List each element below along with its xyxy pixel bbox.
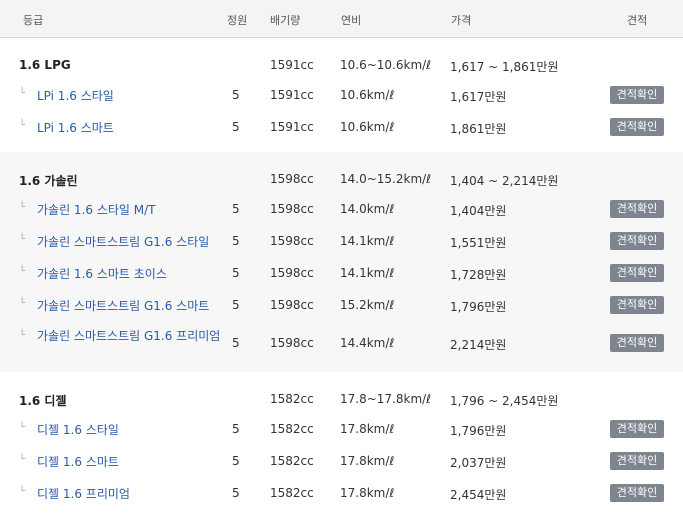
header-quote: 견적 bbox=[627, 14, 648, 27]
trim-displacement: 1591cc bbox=[270, 120, 314, 134]
trim-price: 1,551만원 bbox=[450, 236, 507, 250]
quote-check-button[interactable]: 견적확인 bbox=[610, 86, 664, 104]
quote-check-button[interactable]: 견적확인 bbox=[610, 334, 664, 352]
quote-check-button[interactable]: 견적확인 bbox=[610, 452, 664, 470]
trim-name-link[interactable]: 디젤 1.6 프리미엄 bbox=[37, 486, 130, 502]
trim-fuel-economy: 17.8km/ℓ bbox=[340, 454, 395, 468]
trim-price: 1,617만원 bbox=[450, 90, 507, 104]
trim-name-link[interactable]: 가솔린 1.6 스마트 초이스 bbox=[37, 266, 167, 282]
header-grade: 등급 bbox=[23, 14, 44, 27]
trim-displacement: 1582cc bbox=[270, 454, 314, 468]
trim-name-link[interactable]: 가솔린 스마트스트림 G1.6 스타일 bbox=[37, 234, 209, 250]
grade-title: 1.6 가솔린 bbox=[19, 174, 78, 188]
trim-price: 1,404만원 bbox=[450, 204, 507, 218]
grade-group-diesel: 1.6 디젤 1582cc 17.8~17.8km/ℓ 1,796 ~ 2,45… bbox=[0, 372, 683, 520]
sub-item-icon: └ bbox=[19, 330, 26, 341]
trim-displacement: 1598cc bbox=[270, 266, 314, 280]
trim-displacement: 1598cc bbox=[270, 202, 314, 216]
trim-fuel-economy: 10.6km/ℓ bbox=[340, 88, 395, 102]
header-displacement: 배기량 bbox=[270, 14, 301, 27]
sub-item-icon: └ bbox=[19, 486, 26, 497]
trim-name-link[interactable]: 디젤 1.6 스마트 bbox=[37, 454, 119, 470]
grade-fuel-economy: 14.0~15.2km/ℓ bbox=[340, 172, 432, 186]
grade-title: 1.6 디젤 bbox=[19, 394, 67, 408]
trim-fuel-economy: 15.2km/ℓ bbox=[340, 298, 395, 312]
trim-price: 1,796만원 bbox=[450, 300, 507, 314]
grade-displacement: 1582cc bbox=[270, 392, 314, 406]
trim-fuel-economy: 17.8km/ℓ bbox=[340, 422, 395, 436]
trim-seats: 5 bbox=[232, 486, 240, 500]
grade-price-range: 1,617 ~ 1,861만원 bbox=[450, 60, 559, 74]
trim-fuel-economy: 14.1km/ℓ bbox=[340, 234, 395, 248]
sub-item-icon: └ bbox=[19, 88, 26, 99]
trim-seats: 5 bbox=[232, 88, 240, 102]
sub-item-icon: └ bbox=[19, 234, 26, 245]
trim-price: 2,037만원 bbox=[450, 456, 507, 470]
grade-title: 1.6 LPG bbox=[19, 58, 71, 72]
sub-item-icon: └ bbox=[19, 266, 26, 277]
grade-fuel-economy: 17.8~17.8km/ℓ bbox=[340, 392, 432, 406]
trim-seats: 5 bbox=[232, 336, 240, 350]
trim-displacement: 1598cc bbox=[270, 336, 314, 350]
grade-group-gasoline: 1.6 가솔린 1598cc 14.0~15.2km/ℓ 1,404 ~ 2,2… bbox=[0, 152, 683, 372]
trim-seats: 5 bbox=[232, 266, 240, 280]
grade-price-range: 1,796 ~ 2,454만원 bbox=[450, 394, 559, 408]
trim-name-link[interactable]: 디젤 1.6 스타일 bbox=[37, 422, 119, 438]
trim-name-link[interactable]: LPi 1.6 스마트 bbox=[37, 120, 114, 136]
trim-displacement: 1582cc bbox=[270, 422, 314, 436]
quote-check-button[interactable]: 견적확인 bbox=[610, 484, 664, 502]
trim-displacement: 1582cc bbox=[270, 486, 314, 500]
sub-item-icon: └ bbox=[19, 120, 26, 131]
sub-item-icon: └ bbox=[19, 298, 26, 309]
sub-item-icon: └ bbox=[19, 454, 26, 465]
trim-seats: 5 bbox=[232, 120, 240, 134]
trim-price: 2,214만원 bbox=[450, 338, 507, 352]
header-seats: 정원 bbox=[227, 14, 248, 27]
trim-name-link[interactable]: 가솔린 스마트스트림 G1.6 프리미엄 bbox=[37, 328, 227, 344]
grade-fuel-economy: 10.6~10.6km/ℓ bbox=[340, 58, 432, 72]
trim-fuel-economy: 14.0km/ℓ bbox=[340, 202, 395, 216]
trim-price: 2,454만원 bbox=[450, 488, 507, 502]
trim-price: 1,861만원 bbox=[450, 122, 507, 136]
grade-displacement: 1598cc bbox=[270, 172, 314, 186]
trim-displacement: 1591cc bbox=[270, 88, 314, 102]
trim-price: 1,796만원 bbox=[450, 424, 507, 438]
table-header: 등급 정원 배기량 연비 가격 견적 bbox=[0, 0, 683, 38]
grade-group-lpg: 1.6 LPG 1591cc 10.6~10.6km/ℓ 1,617 ~ 1,8… bbox=[0, 38, 683, 152]
trim-fuel-economy: 14.4km/ℓ bbox=[340, 336, 395, 350]
trim-displacement: 1598cc bbox=[270, 298, 314, 312]
header-price: 가격 bbox=[451, 14, 472, 27]
trim-seats: 5 bbox=[232, 422, 240, 436]
sub-item-icon: └ bbox=[19, 422, 26, 433]
quote-check-button[interactable]: 견적확인 bbox=[610, 232, 664, 250]
quote-check-button[interactable]: 견적확인 bbox=[610, 420, 664, 438]
grade-price-range: 1,404 ~ 2,214만원 bbox=[450, 174, 559, 188]
trim-fuel-economy: 10.6km/ℓ bbox=[340, 120, 395, 134]
trim-seats: 5 bbox=[232, 298, 240, 312]
sub-item-icon: └ bbox=[19, 202, 26, 213]
quote-check-button[interactable]: 견적확인 bbox=[610, 264, 664, 282]
trim-fuel-economy: 17.8km/ℓ bbox=[340, 486, 395, 500]
grade-displacement: 1591cc bbox=[270, 58, 314, 72]
header-fuel-economy: 연비 bbox=[341, 14, 362, 27]
trim-fuel-economy: 14.1km/ℓ bbox=[340, 266, 395, 280]
trim-seats: 5 bbox=[232, 202, 240, 216]
trim-price: 1,728만원 bbox=[450, 268, 507, 282]
quote-check-button[interactable]: 견적확인 bbox=[610, 200, 664, 218]
trim-name-link[interactable]: LPi 1.6 스타일 bbox=[37, 88, 114, 104]
trim-name-link[interactable]: 가솔린 스마트스트림 G1.6 스마트 bbox=[37, 298, 209, 314]
trim-seats: 5 bbox=[232, 454, 240, 468]
quote-check-button[interactable]: 견적확인 bbox=[610, 296, 664, 314]
quote-check-button[interactable]: 견적확인 bbox=[610, 118, 664, 136]
trim-displacement: 1598cc bbox=[270, 234, 314, 248]
trim-seats: 5 bbox=[232, 234, 240, 248]
trim-name-link[interactable]: 가솔린 1.6 스타일 M/T bbox=[37, 202, 156, 218]
